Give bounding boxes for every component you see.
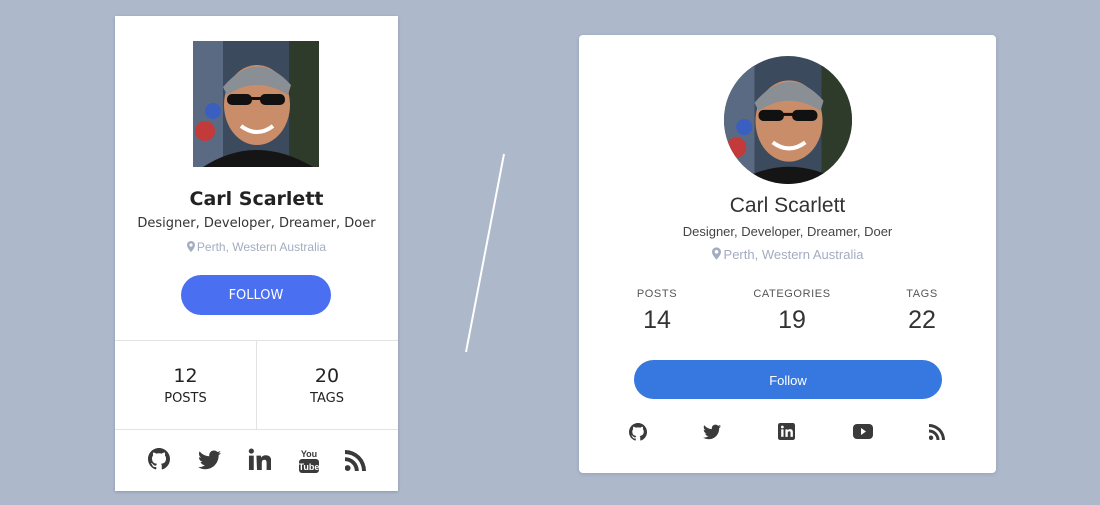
- profile-card-classic: Carl Scarlett Designer, Developer, Dream…: [115, 16, 398, 491]
- avatar: [724, 56, 852, 184]
- follow-button[interactable]: Follow: [634, 360, 942, 399]
- linkedin-icon[interactable]: [778, 423, 795, 441]
- stat-label: POSTS: [164, 391, 207, 406]
- rss-icon[interactable]: [929, 423, 945, 441]
- stat-value: 19: [778, 306, 806, 334]
- svg-text:You: You: [301, 449, 317, 459]
- rss-icon[interactable]: [345, 448, 366, 474]
- location-text: Perth, Western Australia: [723, 247, 864, 262]
- svg-text:Tube: Tube: [299, 462, 319, 472]
- youtube-icon[interactable]: [853, 423, 873, 441]
- profile-card-modern: Carl Scarlett Designer, Developer, Dream…: [579, 35, 996, 473]
- social-links: You Tube: [115, 448, 398, 474]
- stat-label: TAGS: [906, 288, 938, 300]
- location-text: Perth, Western Australia: [196, 240, 327, 254]
- stat-value: 12: [173, 365, 198, 387]
- stat-tags: TAGS 22: [897, 288, 947, 335]
- profile-location: Perth, Western Australia: [579, 247, 996, 262]
- stat-value: 22: [908, 306, 936, 334]
- twitter-icon[interactable]: [703, 423, 721, 441]
- linkedin-icon[interactable]: [248, 448, 271, 474]
- stats-row: 12 POSTS 20 TAGS: [115, 340, 398, 430]
- stat-tags: 20 TAGS: [256, 341, 398, 429]
- profile-name: Carl Scarlett: [189, 188, 324, 210]
- profile-tagline: Designer, Developer, Dreamer, Doer: [682, 224, 893, 239]
- stat-label: CATEGORIES: [753, 288, 831, 300]
- stat-label: POSTS: [636, 288, 678, 300]
- stat-categories: CATEGORIES 19: [742, 288, 842, 335]
- location-pin-icon: [711, 247, 721, 260]
- github-icon[interactable]: [629, 423, 647, 441]
- stat-value: 20: [314, 365, 340, 387]
- social-links: [579, 423, 996, 441]
- github-icon[interactable]: [148, 448, 170, 474]
- stat-posts: POSTS 14: [627, 288, 687, 335]
- slash-divider: [465, 153, 505, 353]
- stat-value: 14: [643, 306, 671, 334]
- profile-location: Perth, Western Australia: [115, 240, 398, 254]
- stat-posts: 12 POSTS: [115, 341, 257, 429]
- follow-button[interactable]: FOLLOW: [181, 275, 331, 315]
- location-pin-icon: [186, 241, 195, 252]
- profile-name: Carl Scarlett: [729, 194, 846, 217]
- avatar: [193, 41, 319, 167]
- youtube-icon[interactable]: You Tube: [299, 448, 319, 474]
- profile-tagline: Designer, Developer, Dreamer, Doer: [137, 216, 376, 231]
- twitter-icon[interactable]: [198, 448, 221, 474]
- stat-label: TAGS: [310, 391, 344, 406]
